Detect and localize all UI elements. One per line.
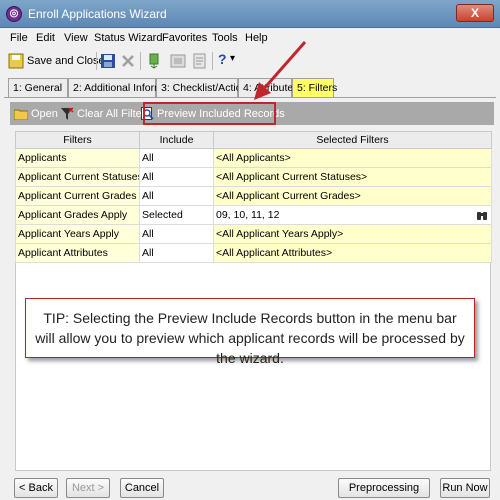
- open-label: Open: [31, 107, 58, 120]
- save-and-close-button[interactable]: Save and Close ▾: [8, 52, 113, 70]
- save-icon[interactable]: [100, 53, 116, 69]
- binoculars-icon[interactable]: [476, 209, 488, 221]
- wizard-button-bar: < Back Next > Cancel Preprocessing Repor…: [0, 474, 500, 500]
- selected-filters-cell[interactable]: <All Applicant Current Grades>: [213, 186, 492, 206]
- open-button[interactable]: Open: [14, 105, 58, 122]
- toolbar-divider: [140, 52, 141, 70]
- export-icon[interactable]: [146, 53, 162, 69]
- save-close-icon: [8, 53, 24, 69]
- clear-all-filters-label: Clear All Filters: [77, 107, 151, 120]
- table-row[interactable]: Applicant Years Apply All <All Applicant…: [15, 224, 492, 244]
- filter-name-cell: Applicant Grades Apply: [15, 205, 140, 225]
- menu-status-wizard[interactable]: Status Wizard: [94, 32, 162, 44]
- app-icon: ◎: [6, 6, 22, 22]
- column-header-filters[interactable]: Filters: [15, 131, 140, 149]
- menu-file[interactable]: File: [10, 32, 28, 44]
- chevron-down-icon[interactable]: ▾: [230, 53, 235, 64]
- table-row[interactable]: Applicant Current Grades All <All Applic…: [15, 186, 492, 206]
- filter-name-cell: Applicant Attributes: [15, 243, 140, 263]
- clear-filter-icon: [61, 106, 74, 120]
- tab-general[interactable]: 1: General: [8, 78, 68, 98]
- include-cell[interactable]: Selected: [139, 205, 214, 225]
- window-title: Enroll Applications Wizard: [28, 7, 167, 21]
- close-button[interactable]: X: [456, 4, 494, 22]
- help-icon[interactable]: ?: [218, 51, 227, 67]
- tab-checklist-action[interactable]: 3: Checklist/Action: [156, 78, 247, 98]
- run-now-button[interactable]: Run Now: [440, 478, 490, 498]
- cancel-button[interactable]: Cancel: [120, 478, 164, 498]
- column-header-include[interactable]: Include: [139, 131, 214, 149]
- next-button[interactable]: Next >: [66, 478, 110, 498]
- back-button[interactable]: < Back: [14, 478, 58, 498]
- image-icon[interactable]: [170, 53, 186, 69]
- filter-name-cell: Applicant Current Statuses: [15, 167, 140, 187]
- filters-grid: Filters Include Selected Filters Applica…: [15, 131, 492, 263]
- include-cell[interactable]: All: [139, 167, 214, 187]
- filter-name-cell: Applicant Current Grades: [15, 186, 140, 206]
- include-cell[interactable]: All: [139, 224, 214, 244]
- selected-filters-value: 09, 10, 11, 12: [216, 209, 280, 221]
- selected-filters-cell[interactable]: <All Applicants>: [213, 148, 492, 168]
- title-bar: ◎ Enroll Applications Wizard X: [0, 0, 500, 28]
- menu-view[interactable]: View: [64, 32, 88, 44]
- selected-filters-cell[interactable]: <All Applicant Years Apply>: [213, 224, 492, 244]
- tab-additional-information[interactable]: 2: Additional Information: [68, 78, 186, 98]
- table-row[interactable]: Applicant Grades Apply Selected 09, 10, …: [15, 205, 492, 225]
- filter-name-cell: Applicant Years Apply: [15, 224, 140, 244]
- toolbar-divider: [212, 52, 213, 70]
- save-and-close-label: Save and Close: [27, 55, 105, 67]
- menu-favorites[interactable]: Favorites: [162, 32, 207, 44]
- annotation-arrow: [254, 41, 307, 100]
- table-row[interactable]: Applicant Attributes All <All Applicant …: [15, 243, 492, 263]
- folder-icon: [14, 109, 28, 120]
- include-cell[interactable]: All: [139, 186, 214, 206]
- tip-callout: TIP: Selecting the Preview Include Recor…: [25, 298, 475, 366]
- selected-filters-cell[interactable]: <All Applicant Attributes>: [213, 243, 492, 263]
- table-row[interactable]: Applicant Current Statuses All <All Appl…: [15, 167, 492, 187]
- selected-filters-cell[interactable]: <All Applicant Current Statuses>: [213, 167, 492, 187]
- include-cell[interactable]: All: [139, 243, 214, 263]
- menu-edit[interactable]: Edit: [36, 32, 55, 44]
- selected-filters-cell[interactable]: 09, 10, 11, 12: [213, 205, 492, 225]
- toolbar-divider: [96, 52, 97, 70]
- delete-icon[interactable]: [120, 53, 136, 69]
- column-header-selected-filters[interactable]: Selected Filters: [213, 131, 492, 149]
- preprocessing-report-button[interactable]: Preprocessing Report: [338, 478, 430, 498]
- include-cell[interactable]: All: [139, 148, 214, 168]
- filter-name-cell: Applicants: [15, 148, 140, 168]
- clear-all-filters-button[interactable]: Clear All Filters: [60, 105, 151, 122]
- report-icon[interactable]: [192, 53, 208, 69]
- menu-tools[interactable]: Tools: [212, 32, 238, 44]
- table-row[interactable]: Applicants All <All Applicants>: [15, 148, 492, 168]
